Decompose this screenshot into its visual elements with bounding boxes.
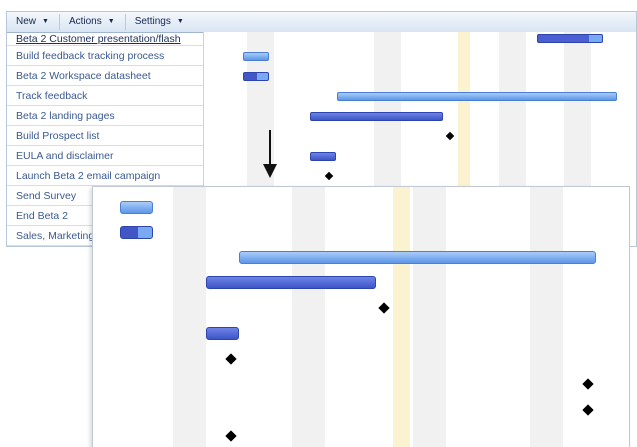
task-bar[interactable] <box>120 201 153 214</box>
task-row[interactable]: EULA and disclaimer <box>7 146 203 166</box>
chevron-down-icon: ▼ <box>42 18 49 25</box>
task-bar[interactable] <box>239 251 596 264</box>
diamond-icon[interactable] <box>582 404 594 416</box>
new-menu-button[interactable]: New ▼ <box>7 14 60 30</box>
zoomed-gantt-view <box>92 186 630 447</box>
actions-menu-label: Actions <box>68 16 102 27</box>
task-row[interactable]: Beta 2 Workspace datasheet <box>7 66 203 86</box>
diamond-icon[interactable] <box>378 302 390 314</box>
task-row[interactable]: Launch Beta 2 email campaign <box>7 166 203 186</box>
task-bar[interactable] <box>310 152 336 161</box>
settings-menu-button[interactable]: Settings ▼ <box>126 14 194 30</box>
arrow-down-icon <box>263 130 277 178</box>
task-row[interactable]: Track feedback <box>7 86 203 106</box>
weekend-column <box>292 187 325 447</box>
diamond-icon[interactable] <box>225 353 237 365</box>
task-row[interactable]: Build Prospect list <box>7 126 203 146</box>
chevron-down-icon: ▼ <box>107 18 115 25</box>
new-menu-label: New <box>16 16 37 27</box>
task-bar[interactable] <box>120 226 153 239</box>
task-row[interactable]: Beta 2 Customer presentation/flash <box>7 32 203 46</box>
task-row[interactable]: Beta 2 landing pages <box>7 106 203 126</box>
actions-menu-button[interactable]: Actions ▼ <box>60 14 126 30</box>
weekend-column <box>413 187 446 447</box>
settings-menu-label: Settings <box>134 16 171 27</box>
task-bar[interactable] <box>206 276 376 289</box>
toolbar: New ▼ Actions ▼ Settings ▼ <box>7 12 636 33</box>
chevron-down-icon: ▼ <box>176 18 184 25</box>
task-bar[interactable] <box>243 72 269 81</box>
task-bar[interactable] <box>310 112 443 121</box>
task-bar[interactable] <box>537 34 603 43</box>
task-bar[interactable] <box>243 52 269 61</box>
weekend-column <box>173 187 206 447</box>
task-bar[interactable] <box>206 327 239 340</box>
diamond-icon[interactable] <box>445 131 455 141</box>
task-row[interactable]: Build feedback tracking process <box>7 46 203 66</box>
diamond-icon[interactable] <box>324 171 334 181</box>
diamond-icon[interactable] <box>582 378 594 390</box>
task-bar[interactable] <box>337 92 617 101</box>
diamond-icon[interactable] <box>225 430 237 442</box>
today-column <box>393 187 410 447</box>
weekend-column <box>530 187 563 447</box>
